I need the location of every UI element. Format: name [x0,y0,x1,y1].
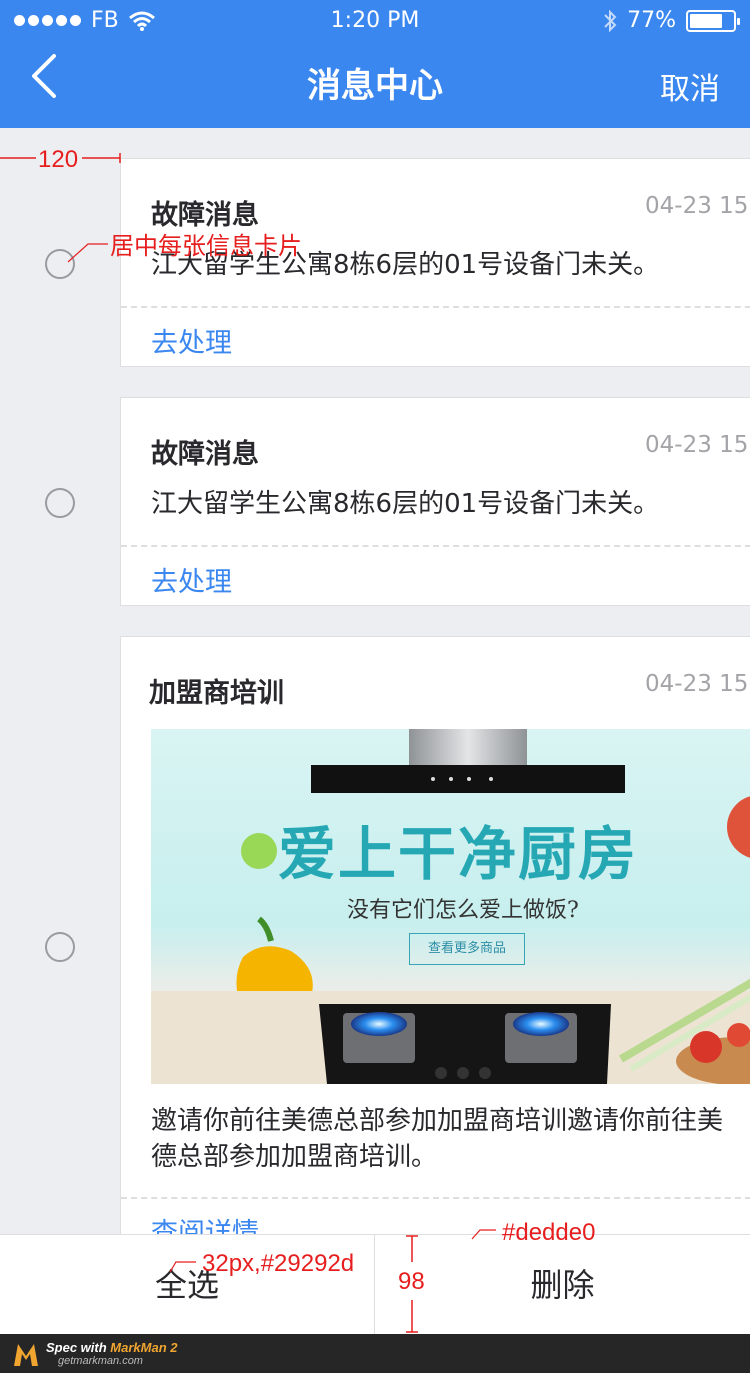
markman-watermark-bar: Spec with MarkMan 2 getmarkman.com [0,1334,750,1373]
markman-line1: Spec with MarkMan 2 [46,1340,178,1355]
markman-url: getmarkman.com [58,1355,143,1367]
spec-center-note: 居中每张信息卡片 [110,233,302,260]
spec-font-label: 32px,#29292d [202,1250,355,1277]
markman-logo-icon [14,1344,38,1366]
spec-width-label: 120 [38,146,79,173]
spec-annotation-lines [0,153,496,1333]
spec-height-label: 98 [398,1268,425,1295]
spec-border-color: #dedde0 [502,1219,596,1246]
